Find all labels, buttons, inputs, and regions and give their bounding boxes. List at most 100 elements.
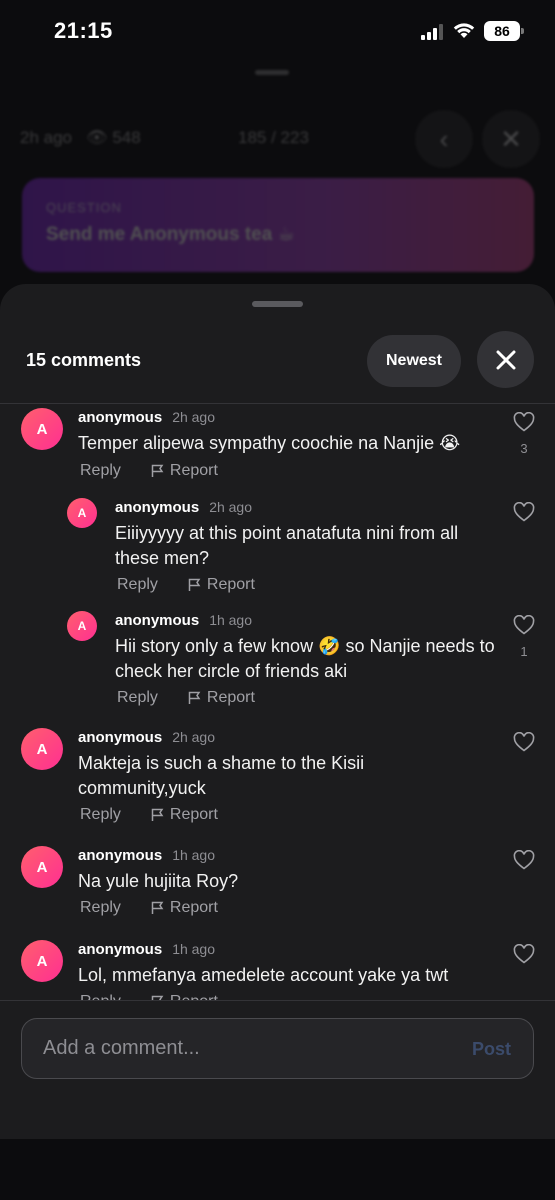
background-close-button[interactable]: ✕: [482, 110, 540, 168]
report-label: Report: [169, 899, 218, 916]
avatar[interactable]: A: [21, 728, 63, 770]
report-button[interactable]: Report: [151, 993, 218, 1000]
question-card: QUESTION Send me Anonymous tea ☕: [22, 178, 534, 272]
comment-item: A anonymous 2h ago Makteja is such a sha…: [0, 724, 555, 824]
heart-icon: [513, 614, 535, 635]
report-button[interactable]: Report: [151, 899, 218, 917]
comments-title: 15 comments: [26, 350, 142, 370]
comment-meta: anonymous 2h ago: [115, 499, 252, 516]
comment-time: 1h ago: [172, 847, 216, 863]
comment-meta: anonymous 2h ago: [78, 409, 215, 426]
avatar[interactable]: A: [67, 611, 97, 641]
post-button[interactable]: Post: [472, 1039, 511, 1060]
reply-button[interactable]: Reply: [80, 806, 121, 824]
like-count: 3: [520, 441, 528, 456]
report-button[interactable]: Report: [188, 576, 255, 594]
comment-author: anonymous: [115, 499, 200, 516]
comment-author: anonymous: [115, 612, 200, 629]
battery-icon: 86: [484, 21, 524, 41]
flag-icon: [188, 578, 201, 591]
comment-meta: anonymous 2h ago: [78, 729, 215, 746]
like-button[interactable]: [512, 943, 536, 969]
flag-icon: [188, 691, 201, 704]
reply-item: A anonymous 1h ago Hii story only a few …: [0, 607, 555, 707]
question-text: Send me Anonymous tea ☕: [46, 224, 295, 245]
report-label: Report: [170, 993, 218, 1000]
comment-author: anonymous: [78, 847, 163, 864]
reply-button[interactable]: Reply: [117, 689, 158, 707]
heart-icon: [513, 731, 535, 752]
question-label: QUESTION: [46, 200, 122, 215]
background-position: 185 / 223: [238, 128, 309, 147]
flag-icon: [151, 464, 164, 477]
close-icon: [496, 350, 515, 369]
comment-time: 1h ago: [172, 941, 216, 957]
comment-text: Na yule hujiita Roy?: [78, 871, 239, 891]
like-button[interactable]: [512, 501, 536, 527]
comment-actions: Reply Report: [80, 806, 218, 824]
like-button[interactable]: 1: [512, 614, 536, 659]
comment-list[interactable]: A anonymous 2h ago Temper alipewa sympat…: [0, 404, 555, 1000]
comment-actions: Reply Report: [117, 576, 255, 594]
report-button[interactable]: Report: [151, 462, 218, 480]
comment-time: 2h ago: [172, 729, 216, 745]
like-button[interactable]: 3: [512, 411, 536, 456]
comment-item: A anonymous 1h ago Na yule hujiita Roy? …: [0, 842, 555, 920]
background-time: 2h ago: [20, 128, 72, 147]
status-time: 21:15: [54, 18, 113, 43]
heart-icon: [513, 943, 535, 964]
previous-button[interactable]: ‹: [415, 110, 473, 168]
composer-divider: [0, 1000, 555, 1001]
sheet-drag-handle[interactable]: [252, 301, 303, 307]
reply-button[interactable]: Reply: [80, 462, 121, 480]
comment-text: Temper alipewa sympathy coochie na Nanji…: [78, 433, 461, 453]
heart-icon: [513, 411, 535, 432]
background-handle: [255, 70, 289, 75]
report-button[interactable]: Report: [151, 806, 218, 824]
comment-meta: anonymous 1h ago: [78, 941, 215, 958]
comment-text: Makteja is such a shame to the Kisii com…: [78, 753, 365, 798]
background-view-count: 548: [112, 128, 141, 147]
sort-button[interactable]: Newest: [367, 335, 461, 387]
comment-meta: anonymous 1h ago: [115, 612, 252, 629]
comments-sheet: 15 comments Newest A anonymous 2h ago Te…: [0, 284, 555, 1139]
background-views: 👁 548: [86, 128, 141, 148]
comment-text: Hii story only a few know 🤣 so Nanjie ne…: [115, 636, 495, 681]
close-button[interactable]: [477, 331, 534, 388]
close-icon: ✕: [500, 123, 522, 154]
reply-item: A anonymous 2h ago Eiiiyyyyy at this poi…: [0, 494, 555, 594]
signal-icon: [421, 24, 443, 40]
sheet-header: 15 comments Newest: [0, 328, 555, 402]
comment-time: 2h ago: [172, 409, 216, 425]
flag-icon: [151, 808, 164, 821]
like-button[interactable]: [512, 731, 536, 757]
avatar[interactable]: A: [21, 940, 63, 982]
report-label: Report: [206, 576, 255, 593]
heart-icon: [513, 501, 535, 522]
comment-item: A anonymous 1h ago Lol, mmefanya amedele…: [0, 936, 555, 1000]
like-button[interactable]: [512, 849, 536, 875]
comment-text: Lol, mmefanya amedelete account yake ya …: [78, 965, 449, 985]
background-question-view: 2h ago 👁 548 185 / 223 ‹ ✕ QUESTION Send…: [0, 62, 555, 292]
comment-meta: anonymous 1h ago: [78, 847, 215, 864]
comment-time: 2h ago: [209, 499, 253, 515]
comment-author: anonymous: [78, 729, 163, 746]
avatar[interactable]: A: [21, 846, 63, 888]
avatar[interactable]: A: [21, 408, 63, 450]
comment-author: anonymous: [78, 409, 163, 426]
reply-button[interactable]: Reply: [80, 993, 121, 1000]
reply-button[interactable]: Reply: [80, 899, 121, 917]
comment-composer[interactable]: Add a comment... Post: [21, 1018, 534, 1079]
report-button[interactable]: Report: [188, 689, 255, 707]
comment-item: A anonymous 2h ago Temper alipewa sympat…: [0, 404, 555, 486]
comment-text: Eiiiyyyyy at this point anatafuta nini f…: [115, 523, 459, 568]
chevron-left-icon: ‹: [439, 123, 449, 154]
avatar[interactable]: A: [67, 498, 97, 528]
bottom-safe-area: [0, 1139, 555, 1200]
comment-actions: Reply Report: [117, 689, 255, 707]
report-label: Report: [169, 462, 218, 479]
heart-icon: [513, 849, 535, 870]
status-bar: 21:15 86: [0, 0, 555, 62]
comment-input[interactable]: Add a comment...: [43, 1037, 200, 1060]
reply-button[interactable]: Reply: [117, 576, 158, 594]
